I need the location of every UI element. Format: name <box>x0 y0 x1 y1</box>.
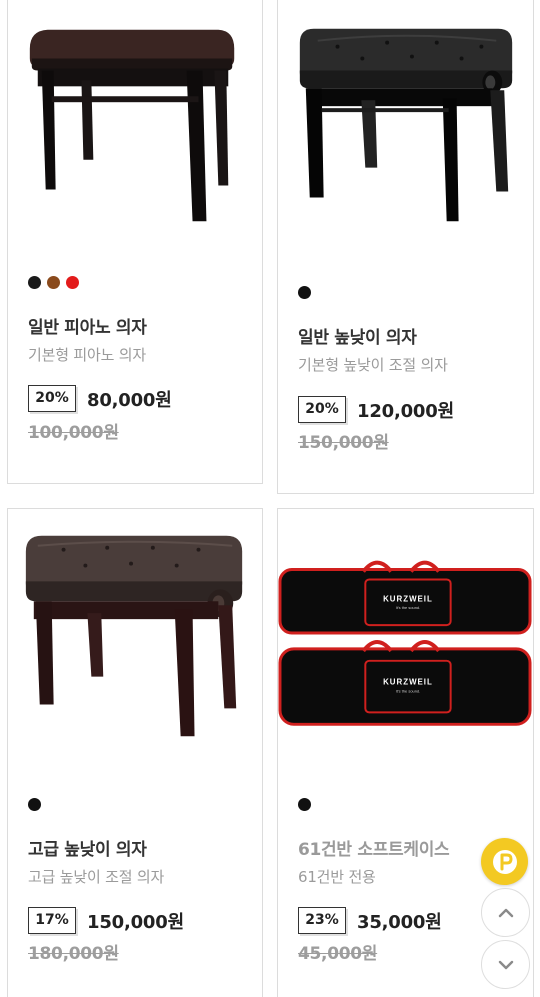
discount-badge: 20% <box>28 385 76 412</box>
sale-price: 80,000원 <box>87 389 172 411</box>
discount-badge: 17% <box>28 907 76 934</box>
color-swatch-black[interactable] <box>28 798 41 811</box>
color-swatches <box>298 798 311 811</box>
color-swatch-brown[interactable] <box>47 276 60 289</box>
color-swatch-black[interactable] <box>298 286 311 299</box>
discount-badge: 23% <box>298 907 346 934</box>
product-image[interactable]: KURZWEIL It's the sound. KURZWEIL It's t… <box>278 509 533 764</box>
color-swatches <box>298 286 311 299</box>
product-card[interactable]: 일반 높낮이 의자 기본형 높낮이 조절 의자 20% 120,000원 150… <box>277 0 534 494</box>
price-row: 20% 80,000원 <box>28 385 172 412</box>
product-description: 고급 높낮이 조절 의자 <box>28 868 165 886</box>
product-image[interactable] <box>8 0 262 255</box>
case-tagline-text: It's the sound. <box>396 689 421 694</box>
case-brand-text: KURZWEIL <box>383 594 433 603</box>
price-row: 20% 120,000원 <box>298 396 454 423</box>
color-swatch-red[interactable] <box>66 276 79 289</box>
product-name[interactable]: 61건반 소프트케이스 <box>298 835 450 860</box>
product-description: 61건반 전용 <box>298 868 376 886</box>
discount-badge: 20% <box>298 396 346 423</box>
product-image[interactable] <box>8 509 262 764</box>
scroll-down-button[interactable] <box>481 940 530 989</box>
product-name[interactable]: 일반 피아노 의자 <box>28 313 147 338</box>
scroll-up-button[interactable] <box>481 888 530 937</box>
color-swatches <box>28 276 79 289</box>
product-image[interactable] <box>278 0 533 255</box>
product-card[interactable]: 고급 높낮이 의자 고급 높낮이 조절 의자 17% 150,000원 180,… <box>7 508 263 997</box>
sale-price: 150,000원 <box>87 911 184 933</box>
sale-price: 35,000원 <box>357 911 442 933</box>
color-swatch-black[interactable] <box>28 276 41 289</box>
chevron-up-icon <box>498 908 513 917</box>
color-swatches <box>28 798 41 811</box>
original-price: 45,000원 <box>298 944 378 964</box>
point-button[interactable] <box>481 838 528 885</box>
product-card[interactable]: 일반 피아노 의자 기본형 피아노 의자 20% 80,000원 100,000… <box>7 0 263 484</box>
price-row: 17% 150,000원 <box>28 907 184 934</box>
sale-price: 120,000원 <box>357 400 454 422</box>
product-description: 기본형 높낮이 조절 의자 <box>298 356 448 374</box>
product-description: 기본형 피아노 의자 <box>28 346 146 364</box>
product-name[interactable]: 일반 높낮이 의자 <box>298 323 417 348</box>
case-tagline-text: It's the sound. <box>396 605 421 610</box>
original-price: 100,000원 <box>28 423 119 443</box>
original-price: 180,000원 <box>28 944 119 964</box>
product-name[interactable]: 고급 높낮이 의자 <box>28 835 147 860</box>
original-price: 150,000원 <box>298 433 389 453</box>
point-coin-icon <box>492 849 517 874</box>
chevron-down-icon <box>498 960 513 969</box>
price-row: 23% 35,000원 <box>298 907 442 934</box>
case-brand-text: KURZWEIL <box>383 678 433 687</box>
color-swatch-black[interactable] <box>298 798 311 811</box>
